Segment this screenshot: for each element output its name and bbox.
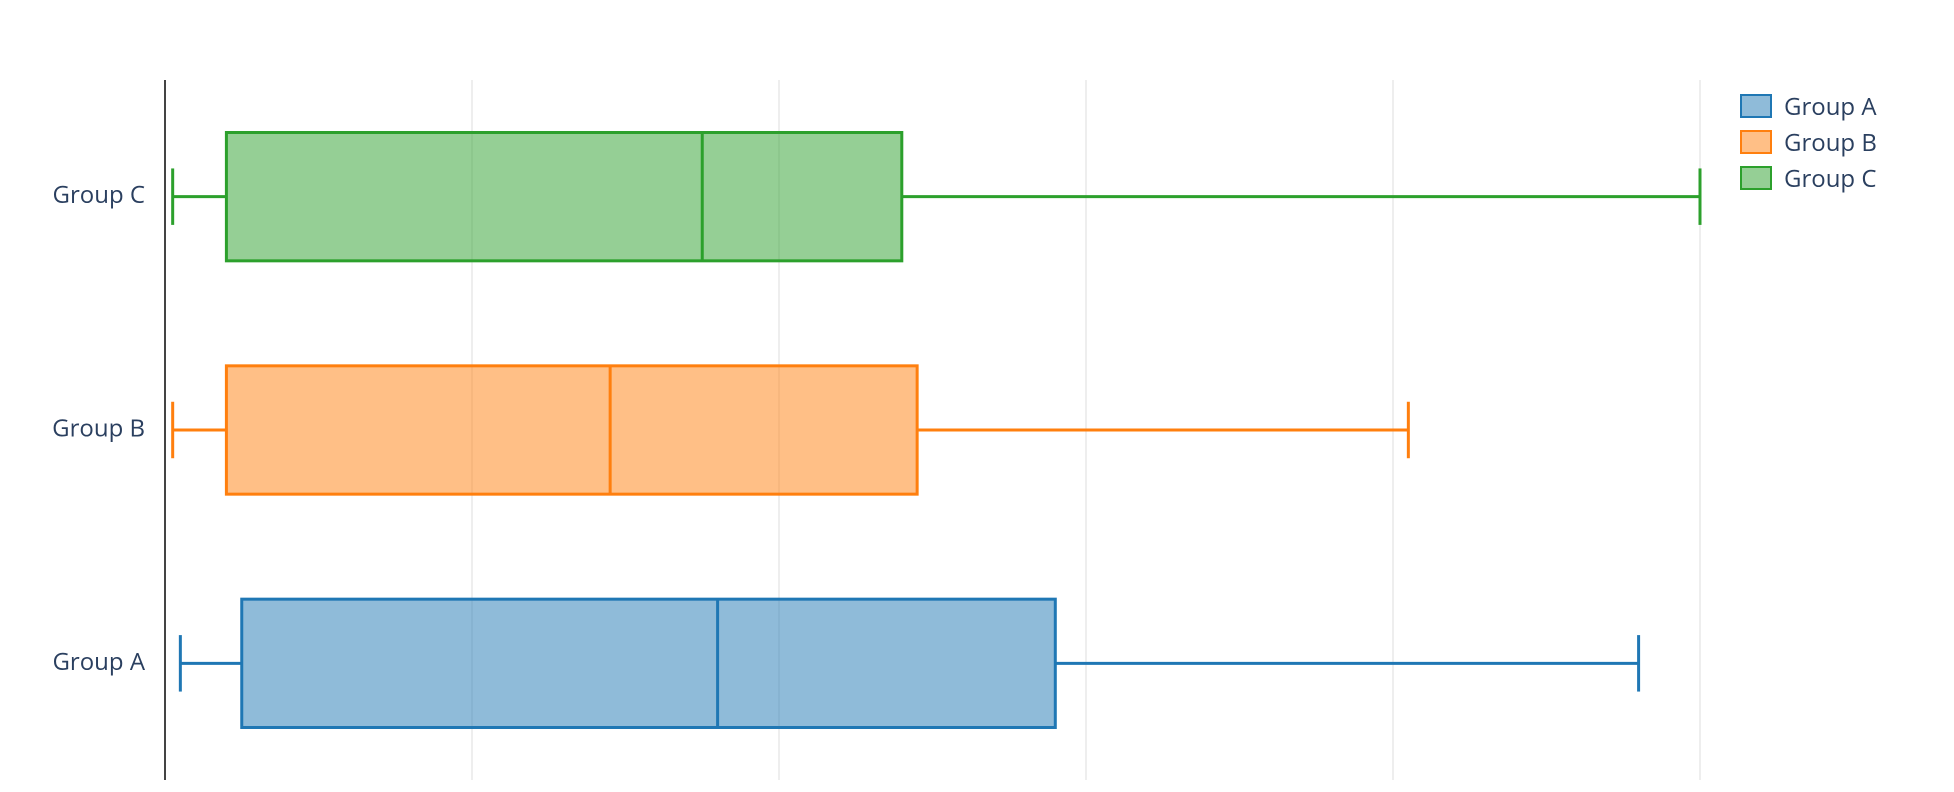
legend-item-group-b[interactable]: Group B [1740, 124, 1877, 160]
boxplot-chart: Group AGroup BGroup C Group A Group B Gr… [0, 0, 1954, 792]
y-tick-label: Group C [53, 178, 145, 211]
legend-swatch-c [1740, 166, 1772, 190]
legend: Group A Group B Group C [1740, 88, 1877, 196]
y-tick-label: Group B [52, 411, 145, 444]
legend-item-group-c[interactable]: Group C [1740, 160, 1877, 196]
box-group-b[interactable] [173, 366, 1409, 494]
legend-swatch-b [1740, 130, 1772, 154]
legend-label-b: Group B [1784, 126, 1877, 159]
legend-swatch-a [1740, 94, 1772, 118]
box-group-a[interactable] [180, 599, 1638, 727]
legend-item-group-a[interactable]: Group A [1740, 88, 1877, 124]
box-group-c[interactable] [173, 133, 1700, 261]
y-tick-label: Group A [52, 645, 145, 678]
legend-label-c: Group C [1784, 162, 1876, 195]
plot-svg: Group AGroup BGroup C [0, 0, 1954, 792]
legend-label-a: Group A [1784, 90, 1877, 123]
